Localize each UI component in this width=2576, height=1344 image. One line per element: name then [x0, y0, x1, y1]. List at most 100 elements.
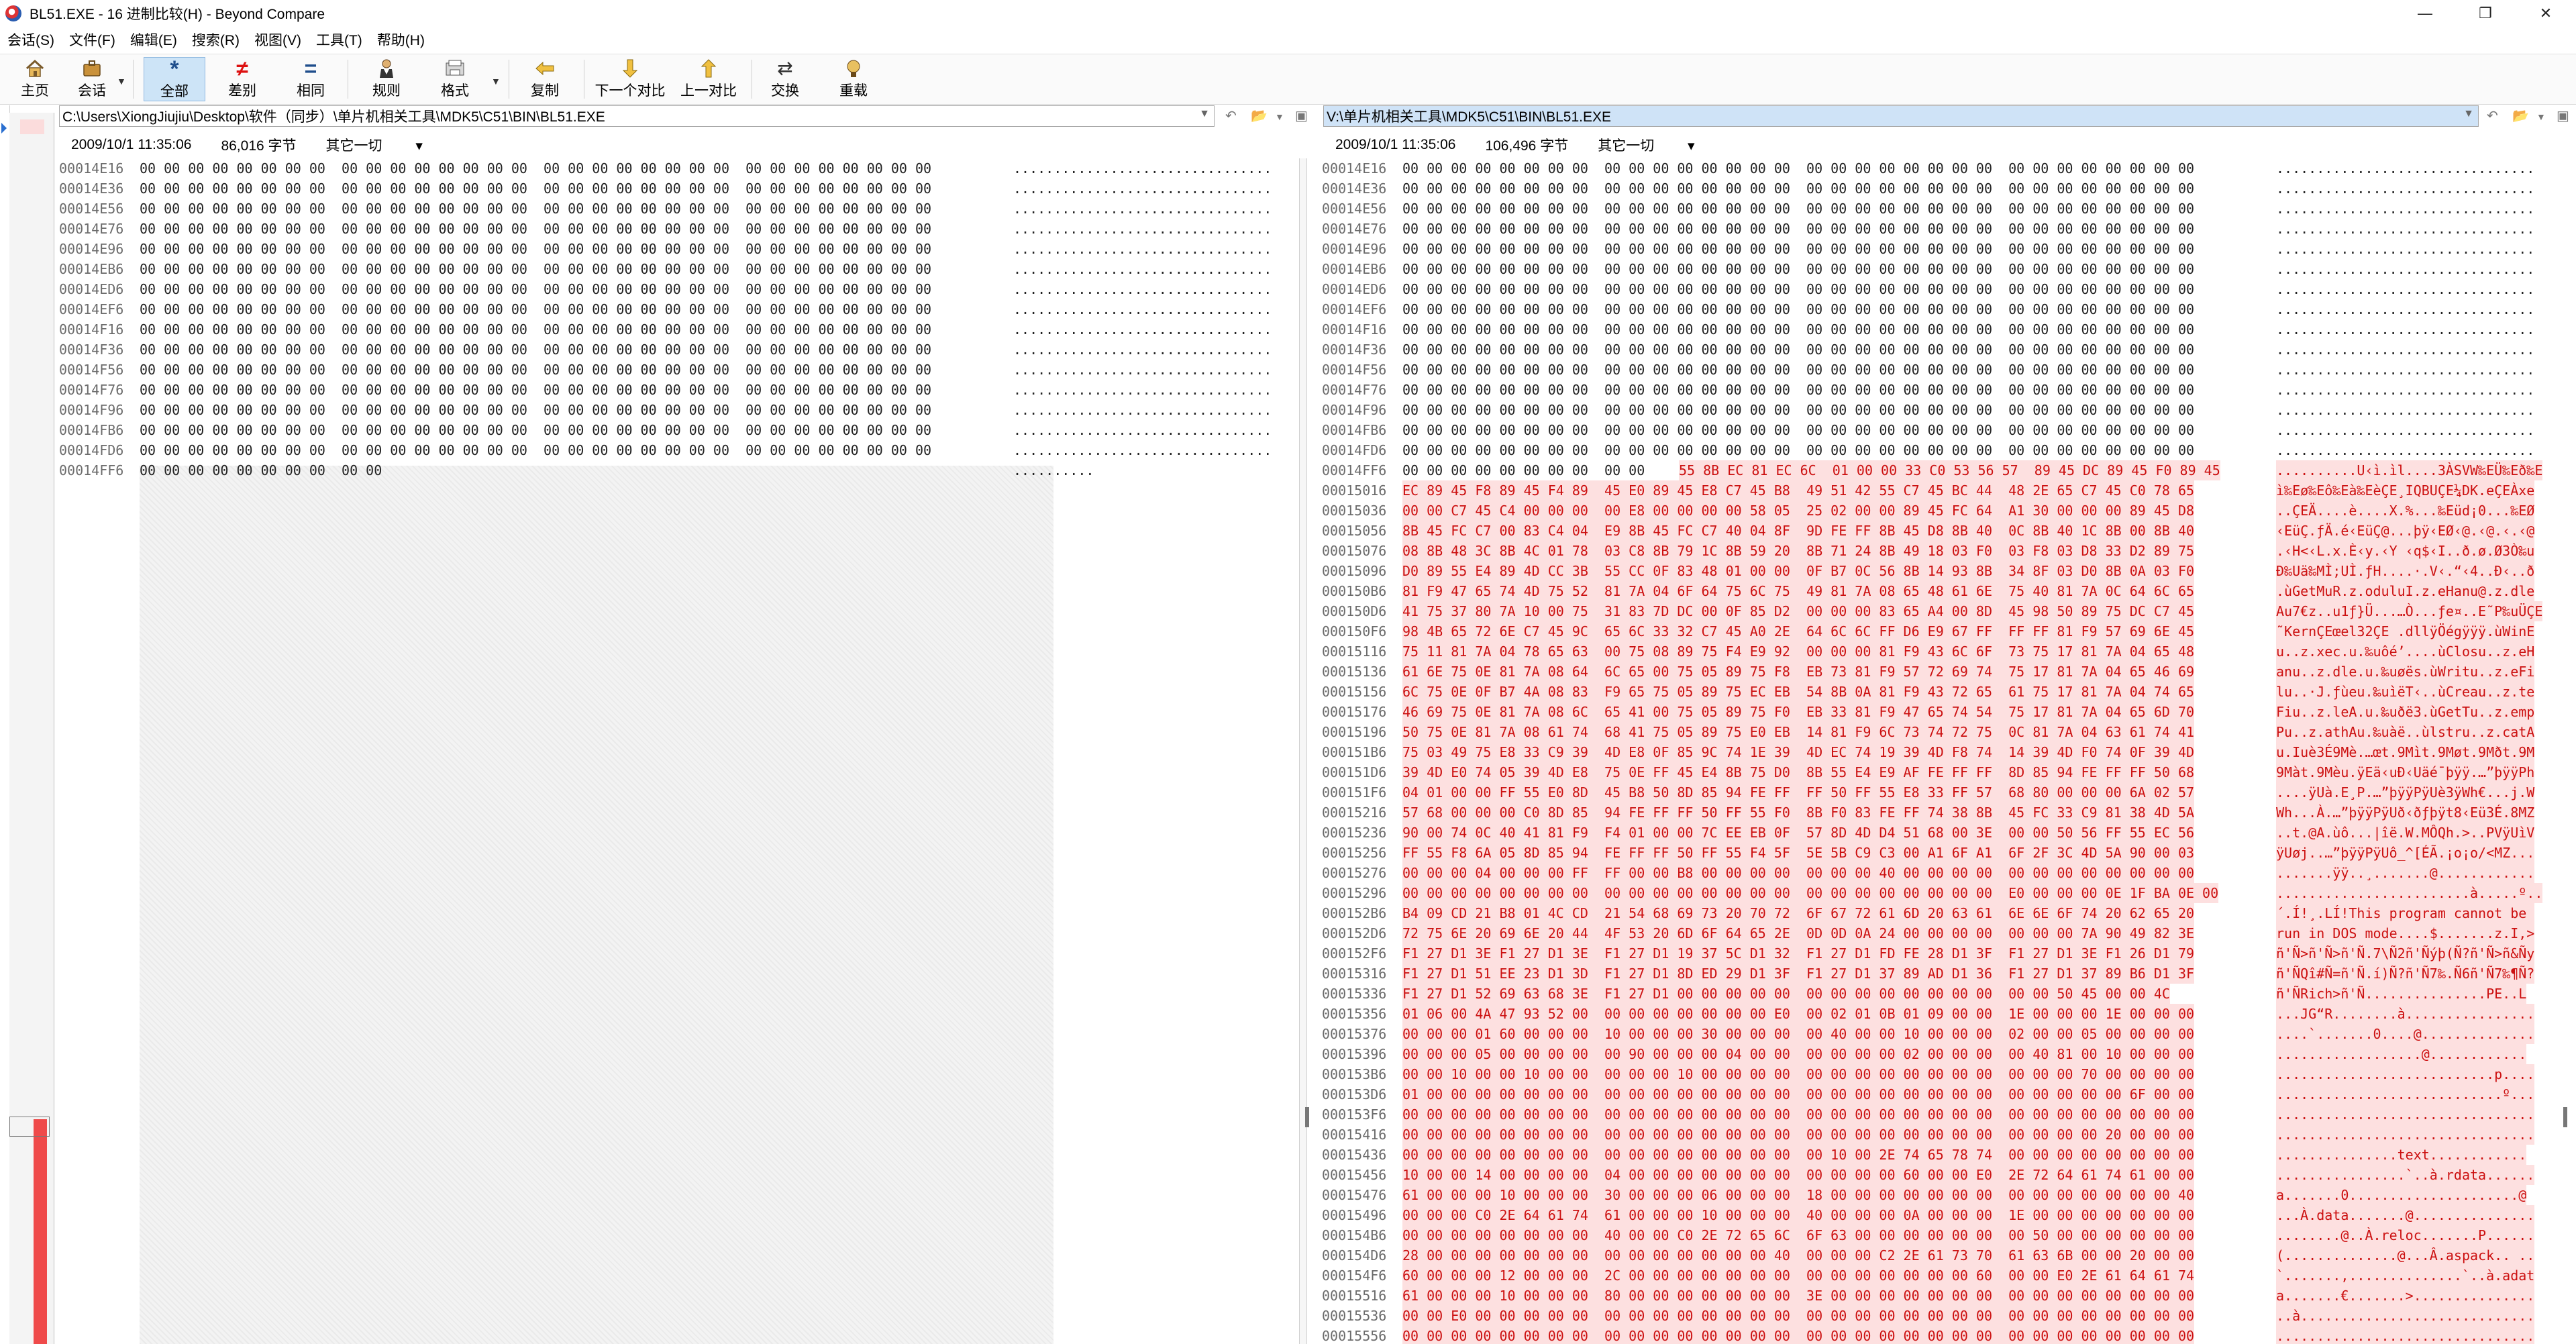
hex-row[interactable]: 000153D6 01 00 00 00 00 00 00 00 00 00 00… [1322, 1084, 2561, 1104]
session-button[interactable]: 会话 [70, 57, 114, 101]
prev-diff-button[interactable]: 上一对比 [676, 57, 741, 101]
hex-row[interactable]: 00015376 00 00 00 01 60 00 00 00 10 00 00… [1322, 1024, 2561, 1044]
hex-row[interactable]: 00014F36 00 00 00 00 00 00 00 00 00 00 00… [1322, 340, 2561, 360]
hex-row[interactable]: 00014FD6 00 00 00 00 00 00 00 00 00 00 00… [59, 440, 1298, 460]
next-diff-button[interactable]: 下一个对比 [593, 57, 667, 101]
hex-row[interactable]: 00014EB6 00 00 00 00 00 00 00 00 00 00 00… [59, 259, 1298, 279]
hex-row[interactable]: 00014E16 00 00 00 00 00 00 00 00 00 00 00… [59, 158, 1298, 178]
hex-row[interactable]: 00015076 08 8B 48 3C 8B 4C 01 78 03 C8 8B… [1322, 541, 2561, 561]
hex-row[interactable]: 00015256 FF 55 F8 6A 05 8D 85 94 FE FF FF… [1322, 843, 2561, 863]
menu-edit[interactable]: 编辑(E) [123, 30, 185, 50]
hex-row[interactable]: 00015036 00 00 C7 45 C4 00 00 00 00 E8 00… [1322, 501, 2561, 521]
swap-button[interactable]: ⇄ 交换 [764, 57, 807, 101]
hex-row[interactable]: 000152F6 F1 27 D1 3E F1 27 D1 3E F1 27 D1… [1322, 943, 2561, 964]
hex-row[interactable]: 00014F76 00 00 00 00 00 00 00 00 00 00 00… [1322, 380, 2561, 400]
hex-row[interactable]: 00014FD6 00 00 00 00 00 00 00 00 00 00 00… [1322, 440, 2561, 460]
left-other-dropdown[interactable]: 其它一切 ▾ [326, 135, 423, 155]
hex-row[interactable]: 000154F6 60 00 00 00 12 00 00 00 2C 00 00… [1322, 1265, 2561, 1286]
hex-row[interactable]: 00015216 57 68 00 00 00 C0 8D 85 94 FE FF… [1322, 803, 2561, 823]
right-folder-dropdown-icon[interactable]: ▼ [2536, 111, 2546, 122]
hex-row[interactable]: 00014EF6 00 00 00 00 00 00 00 00 00 00 00… [1322, 299, 2561, 319]
hex-row[interactable]: 00014FB6 00 00 00 00 00 00 00 00 00 00 00… [1322, 420, 2561, 440]
hex-row[interactable]: 00015356 01 06 00 4A 47 93 52 00 00 00 00… [1322, 1004, 2561, 1024]
hex-row[interactable]: 000151D6 39 4D E0 74 05 39 4D E8 75 0E FF… [1322, 762, 2561, 782]
home-button[interactable]: 主页 [13, 57, 56, 101]
left-path-dropdown-icon[interactable]: ▼ [1199, 108, 1210, 120]
hex-row[interactable]: 00015396 00 00 00 05 00 00 00 00 00 90 00… [1322, 1044, 2561, 1064]
hex-row[interactable]: 00015496 00 00 00 C0 2E 64 61 74 61 00 00… [1322, 1205, 2561, 1225]
show-diffs-button[interactable]: ≠ 差别 [219, 57, 266, 101]
hex-row[interactable]: 00014F36 00 00 00 00 00 00 00 00 00 00 00… [59, 340, 1298, 360]
show-same-button[interactable]: = 相同 [287, 57, 334, 101]
menu-file[interactable]: 文件(F) [62, 30, 123, 50]
format-button[interactable]: 格式 [433, 57, 476, 101]
hex-row[interactable]: 00014F16 00 00 00 00 00 00 00 00 00 00 00… [59, 319, 1298, 340]
session-dropdown-icon[interactable]: ▼ [117, 76, 126, 87]
hex-row[interactable]: 00014E56 00 00 00 00 00 00 00 00 00 00 00… [59, 199, 1298, 219]
copy-button[interactable]: 复制 [523, 57, 566, 101]
hex-row[interactable]: 000152D6 72 75 6E 20 69 6E 20 44 4F 53 20… [1322, 923, 2561, 943]
hex-row[interactable]: 000152B6 B4 09 CD 21 B8 01 4C CD 21 54 68… [1322, 903, 2561, 923]
hex-row[interactable]: 00014FF6 00 00 00 00 00 00 00 00 00 00...… [59, 460, 1298, 480]
hex-row[interactable]: 00015336 F1 27 D1 52 69 63 68 3E F1 27 D1… [1322, 984, 2561, 1004]
hex-row[interactable]: 00015556 00 00 00 00 00 00 00 00 00 00 00… [1322, 1326, 2561, 1344]
hex-row[interactable]: 00014ED6 00 00 00 00 00 00 00 00 00 00 00… [59, 279, 1298, 299]
show-all-button[interactable]: * 全部 [144, 57, 205, 101]
hex-row[interactable]: 00015276 00 00 00 04 00 00 00 FF FF 00 00… [1322, 863, 2561, 883]
overview-viewport-box[interactable] [9, 1117, 50, 1137]
left-save-icon[interactable]: ▣ [1295, 107, 1308, 124]
hex-row[interactable]: 00015416 00 00 00 00 00 00 00 00 00 00 00… [1322, 1125, 2561, 1145]
hex-row[interactable]: 00015096 D0 89 55 E4 89 4D CC 3B 55 CC 0F… [1322, 561, 2561, 581]
hex-row[interactable]: 00015116 75 11 81 7A 04 78 65 63 00 75 08… [1322, 641, 2561, 662]
left-folder-icon[interactable]: 📂 [1251, 107, 1268, 124]
close-button[interactable]: ✕ [2516, 0, 2576, 27]
hex-row[interactable]: 00015296 00 00 00 00 00 00 00 00 00 00 00… [1322, 883, 2561, 903]
left-hex-pane[interactable]: 00014E16 00 00 00 00 00 00 00 00 00 00 00… [59, 158, 1298, 1344]
hex-row[interactable]: 00014E16 00 00 00 00 00 00 00 00 00 00 00… [1322, 158, 2561, 178]
hex-row[interactable]: 00015016 EC 89 45 F8 89 45 F4 89 45 E0 89… [1322, 480, 2561, 501]
left-folder-dropdown-icon[interactable]: ▼ [1275, 111, 1284, 122]
left-back-icon[interactable]: ↶ [1225, 107, 1237, 124]
minimize-button[interactable]: — [2395, 0, 2455, 27]
hex-row[interactable]: 00015516 61 00 00 00 10 00 00 00 80 00 00… [1322, 1286, 2561, 1306]
hex-row[interactable]: 00014F56 00 00 00 00 00 00 00 00 00 00 00… [59, 360, 1298, 380]
hex-row[interactable]: 00014EB6 00 00 00 00 00 00 00 00 00 00 00… [1322, 259, 2561, 279]
hex-row[interactable]: 00014E76 00 00 00 00 00 00 00 00 00 00 00… [59, 219, 1298, 239]
reload-button[interactable]: 重载 [832, 57, 875, 101]
hex-row[interactable]: 00015316 F1 27 D1 51 EE 23 D1 3D F1 27 D1… [1322, 964, 2561, 984]
hex-row[interactable]: 00014F56 00 00 00 00 00 00 00 00 00 00 00… [1322, 360, 2561, 380]
pane-divider[interactable] [1299, 158, 1309, 1344]
hex-row[interactable]: 000151F6 04 01 00 00 FF 55 E0 8D 45 B8 50… [1322, 782, 2561, 803]
restore-button[interactable]: ❐ [2455, 0, 2516, 27]
hex-row[interactable]: 00014E56 00 00 00 00 00 00 00 00 00 00 00… [1322, 199, 2561, 219]
menu-view[interactable]: 视图(V) [247, 30, 309, 50]
hex-row[interactable]: 00015196 50 75 0E 81 7A 08 61 74 68 41 75… [1322, 722, 2561, 742]
hex-row[interactable]: 00015156 6C 75 0E 0F B7 4A 08 83 F9 65 75… [1322, 682, 2561, 702]
hex-row[interactable]: 00015056 8B 45 FC C7 00 83 C4 04 E9 8B 45… [1322, 521, 2561, 541]
hex-row[interactable]: 000150B6 81 F9 47 65 74 4D 75 52 81 7A 04… [1322, 581, 2561, 601]
hex-row[interactable]: 000154D6 28 00 00 00 00 00 00 00 00 00 00… [1322, 1245, 2561, 1265]
hex-row[interactable]: 00014FB6 00 00 00 00 00 00 00 00 00 00 00… [59, 420, 1298, 440]
menu-help[interactable]: 帮助(H) [370, 30, 432, 50]
menu-session[interactable]: 会话(S) [0, 30, 62, 50]
hex-row[interactable]: 00014F96 00 00 00 00 00 00 00 00 00 00 00… [1322, 400, 2561, 420]
hex-row[interactable]: 00015176 46 69 75 0E 81 7A 08 6C 65 41 00… [1322, 702, 2561, 722]
right-path-field[interactable]: V:\单片机相关工具\MDK5\C51\BIN\BL51.EXE ▼ [1323, 105, 2479, 127]
hex-row[interactable]: 00014ED6 00 00 00 00 00 00 00 00 00 00 00… [1322, 279, 2561, 299]
hex-row[interactable]: 00014F76 00 00 00 00 00 00 00 00 00 00 00… [59, 380, 1298, 400]
hex-row[interactable]: 00014E36 00 00 00 00 00 00 00 00 00 00 00… [1322, 178, 2561, 199]
hex-row[interactable]: 000153F6 00 00 00 00 00 00 00 00 00 00 00… [1322, 1104, 2561, 1125]
hex-row[interactable]: 00014E36 00 00 00 00 00 00 00 00 00 00 00… [59, 178, 1298, 199]
menu-tools[interactable]: 工具(T) [309, 30, 370, 50]
hex-row[interactable]: 000151B6 75 03 49 75 E8 33 C9 39 4D E8 0F… [1322, 742, 2561, 762]
rules-button[interactable]: 规则 [365, 57, 408, 101]
hex-row[interactable]: 00014E96 00 00 00 00 00 00 00 00 00 00 00… [59, 239, 1298, 259]
right-path-dropdown-icon[interactable]: ▼ [2463, 108, 2474, 120]
right-folder-icon[interactable]: 📂 [2512, 107, 2529, 124]
hex-row[interactable]: 00015236 90 00 74 0C 40 41 81 F9 F4 01 00… [1322, 823, 2561, 843]
hex-row[interactable]: 00015436 00 00 00 00 00 00 00 00 00 00 00… [1322, 1145, 2561, 1165]
diff-overview-map[interactable] [9, 113, 54, 1344]
hex-row[interactable]: 00015136 61 6E 75 0E 81 7A 08 64 6C 65 00… [1322, 662, 2561, 682]
format-dropdown-icon[interactable]: ▼ [491, 76, 501, 87]
hex-row[interactable]: 00014F16 00 00 00 00 00 00 00 00 00 00 00… [1322, 319, 2561, 340]
